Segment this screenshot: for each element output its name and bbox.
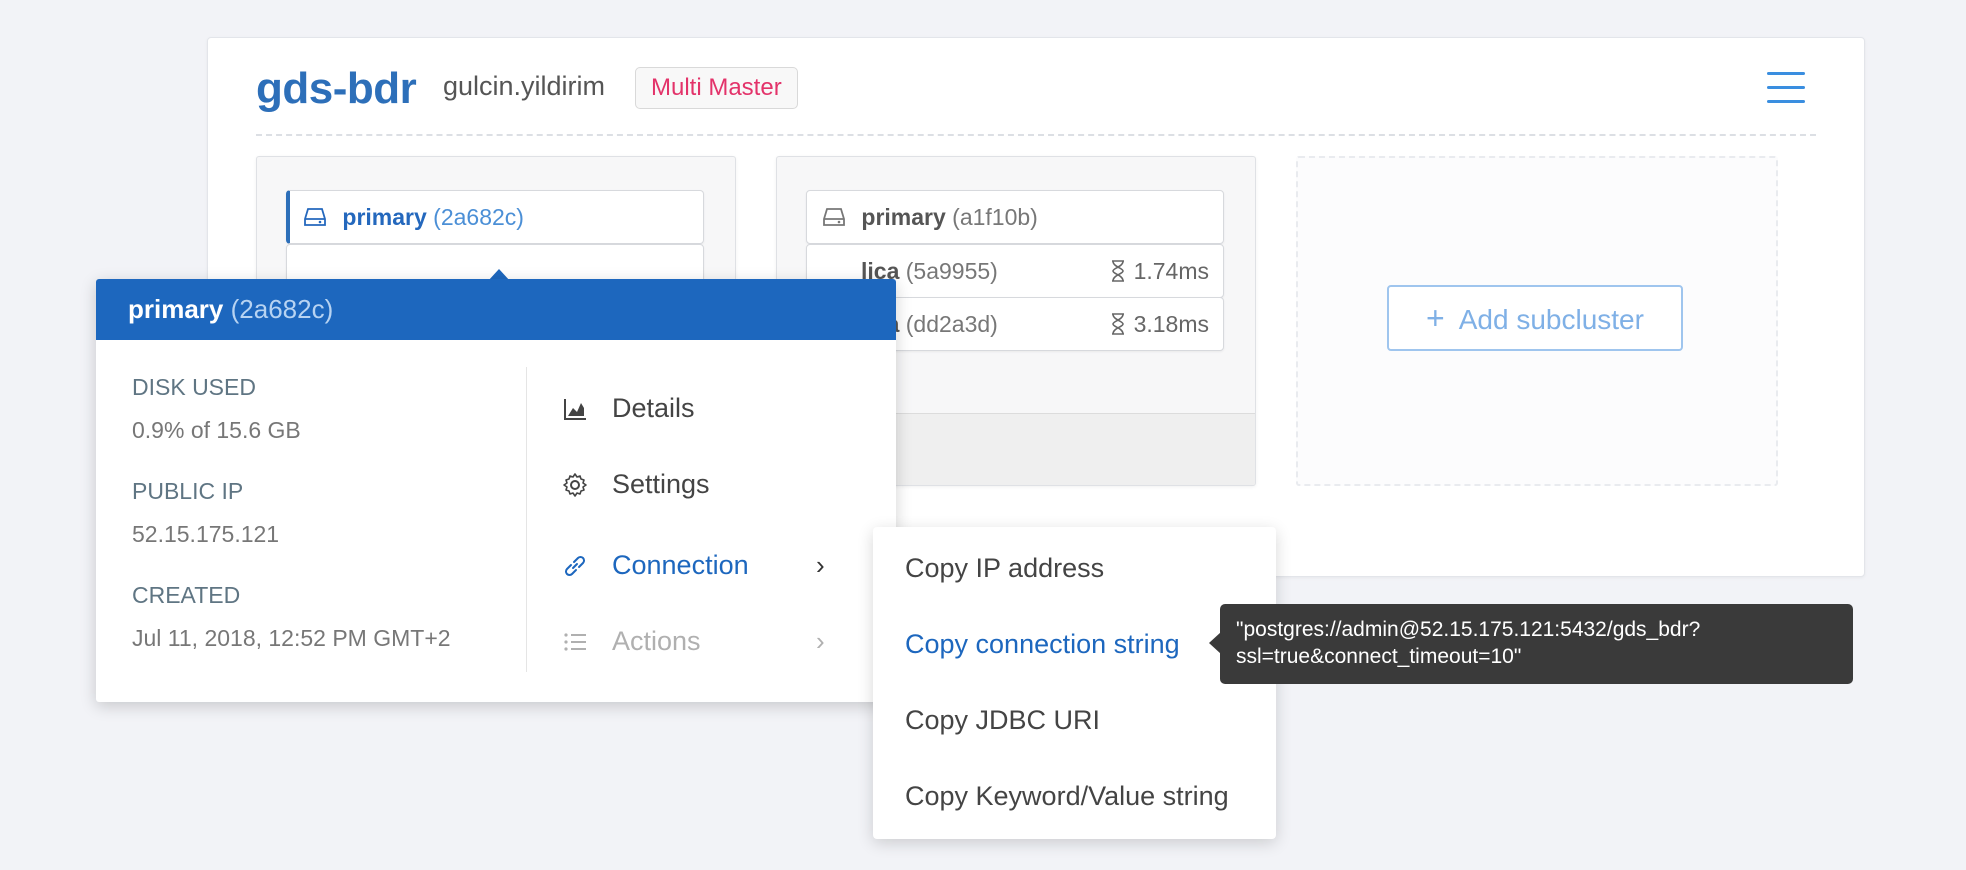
- plus-icon: +: [1426, 300, 1445, 336]
- header-divider: [256, 134, 1816, 136]
- popover-title-id: (2a682c): [230, 294, 334, 324]
- copy-jdbc-uri-item[interactable]: Copy JDBC URI: [873, 690, 1276, 750]
- connection-submenu: Copy IP address Copy connection string C…: [873, 527, 1276, 839]
- hard-drive-icon: [304, 208, 326, 226]
- node-role: primary: [861, 204, 946, 230]
- connection-string-tooltip: "postgres://admin@52.15.175.121:5432/gds…: [1220, 604, 1853, 684]
- menu-item-connection[interactable]: Connection ›: [562, 537, 862, 593]
- tooltip-line-2: ssl=true&connect_timeout=10": [1236, 645, 1522, 668]
- replication-latency: 1.74ms: [1110, 245, 1209, 297]
- menu-item-settings[interactable]: Settings: [562, 456, 862, 512]
- disk-used-value: 0.9% of 15.6 GB: [132, 417, 301, 443]
- hamburger-menu-icon[interactable]: [1767, 72, 1805, 104]
- disk-used-label: DISK USED: [132, 374, 256, 400]
- hourglass-icon: [1111, 260, 1124, 282]
- public-ip-value: 52.15.175.121: [132, 521, 280, 547]
- node-id: (dd2a3d): [905, 311, 998, 337]
- add-subcluster-area: + Add subcluster: [1296, 156, 1778, 486]
- created-value: Jul 11, 2018, 12:52 PM GMT+2: [132, 625, 451, 651]
- link-icon: [564, 555, 586, 577]
- created-label: CREATED: [132, 582, 241, 608]
- cluster-name[interactable]: gds-bdr: [256, 64, 417, 114]
- popover-divider: [526, 367, 527, 672]
- node-id: (5a9955): [905, 258, 998, 284]
- copy-keyword-value-item[interactable]: Copy Keyword/Value string: [873, 766, 1276, 826]
- chart-icon: [564, 399, 586, 420]
- node-primary-2a682c[interactable]: primary (2a682c): [286, 190, 704, 244]
- add-subcluster-button[interactable]: + Add subcluster: [1387, 285, 1683, 351]
- public-ip-label: PUBLIC IP: [132, 478, 244, 504]
- menu-item-details[interactable]: Details: [562, 380, 862, 436]
- cluster-type-badge: Multi Master: [635, 67, 798, 109]
- tooltip-line-1: "postgres://admin@52.15.175.121:5432/gds…: [1236, 618, 1701, 641]
- copy-ip-address-item[interactable]: Copy IP address: [873, 538, 1276, 598]
- hard-drive-icon: [823, 208, 845, 226]
- cluster-owner: gulcin.yildirim: [443, 71, 606, 101]
- node-primary-a1f10b[interactable]: primary (a1f10b): [806, 190, 1224, 244]
- node-popover: primary (2a682c) DISK USED 0.9% of 15.6 …: [96, 279, 896, 702]
- node-id: (a1f10b): [952, 204, 1038, 230]
- popover-title-role: primary: [128, 294, 224, 324]
- chevron-right-icon: ›: [816, 550, 825, 580]
- node-role: primary: [342, 204, 427, 230]
- gear-icon: [563, 473, 587, 497]
- popover-header: primary (2a682c): [96, 279, 896, 340]
- chevron-right-icon: ›: [816, 626, 825, 656]
- replication-latency: 3.18ms: [1110, 298, 1209, 350]
- node-id: (2a682c): [433, 204, 524, 230]
- list-icon: [564, 633, 586, 651]
- menu-item-actions[interactable]: Actions ›: [562, 613, 862, 669]
- hourglass-icon: [1111, 313, 1124, 335]
